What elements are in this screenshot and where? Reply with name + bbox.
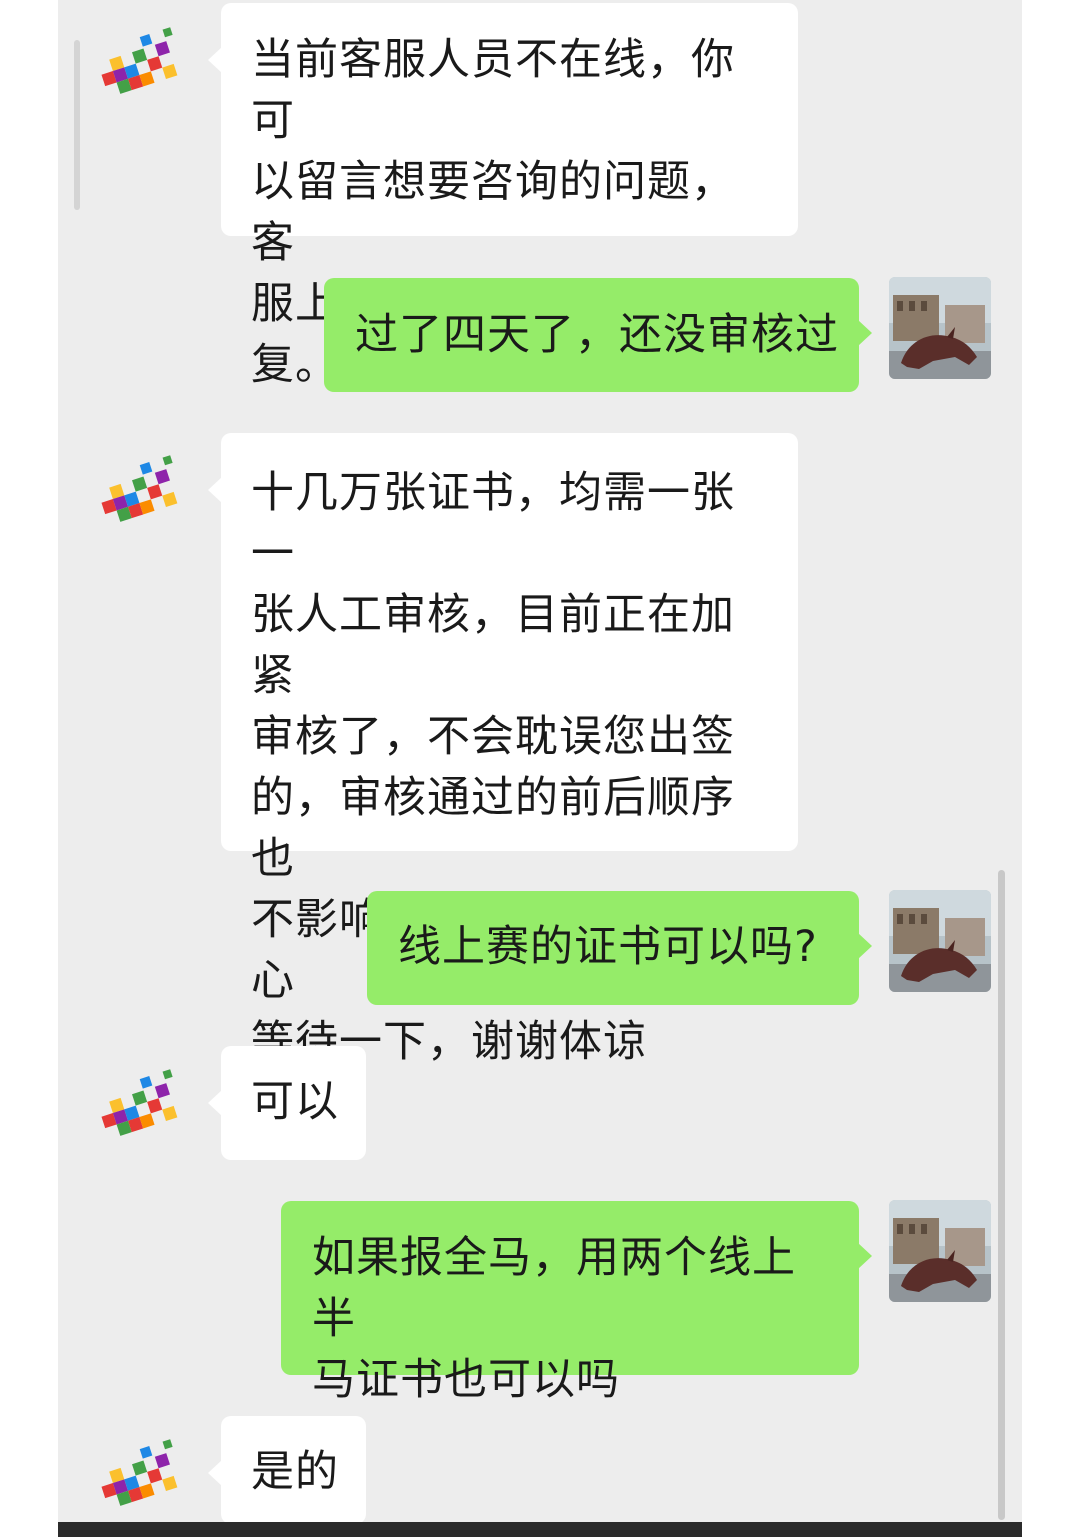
page-margin-right — [1020, 0, 1080, 1537]
incoming-message-bubble[interactable]: 是的 — [208, 1416, 366, 1524]
bottom-edge-bar — [58, 1522, 1022, 1537]
outgoing-message-bubble[interactable]: 过了四天了，还没审核过 — [324, 278, 872, 392]
user-avatar-icon[interactable] — [889, 1200, 991, 1302]
service-logo-icon[interactable] — [92, 1432, 192, 1532]
user-avatar-icon[interactable] — [889, 277, 991, 379]
user-avatar-icon[interactable] — [889, 890, 991, 992]
incoming-message-bubble[interactable]: 可以 — [208, 1046, 366, 1160]
service-logo-icon[interactable] — [92, 20, 192, 120]
outgoing-message-bubble[interactable]: 如果报全马，用两个线上半 马证书也可以吗 — [281, 1201, 872, 1405]
left-scroll-indicator — [74, 40, 80, 210]
scrollbar-thumb[interactable] — [998, 870, 1005, 1520]
service-logo-icon[interactable] — [92, 1062, 192, 1162]
incoming-message-bubble[interactable]: 十几万张证书，均需一张一 张人工审核，目前正在加紧 审核了，不会耽误您出签 的，… — [208, 433, 798, 1067]
incoming-message-bubble[interactable]: 当前客服人员不在线，你可 以留言想要咨询的问题，客 服上班后将第一时间回复。 — [208, 3, 798, 390]
service-logo-icon[interactable] — [92, 448, 192, 548]
page-margin-left — [0, 0, 60, 1537]
outgoing-message-bubble[interactable]: 线上赛的证书可以吗? — [367, 891, 872, 1005]
